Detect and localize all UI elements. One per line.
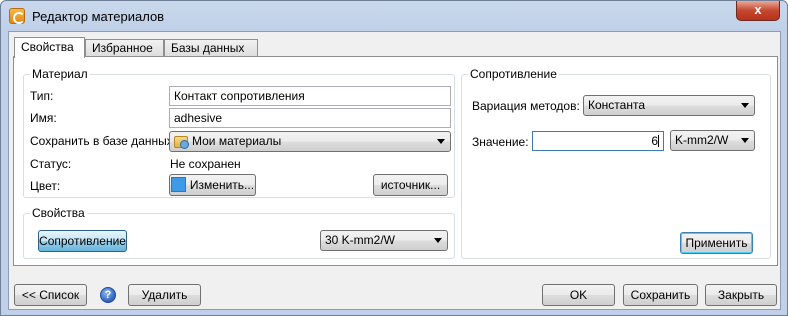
unit-value: K-mm2/W xyxy=(675,133,729,147)
color-swatch xyxy=(170,177,186,192)
app-icon xyxy=(9,8,25,24)
unit-select[interactable]: K-mm2/W xyxy=(670,130,755,151)
type-label: Тип: xyxy=(30,89,54,103)
list-button[interactable]: << Список xyxy=(14,284,87,306)
method-label: Вариация методов: xyxy=(472,99,580,113)
save-db-label: Сохранить в базе данных: xyxy=(30,134,177,148)
help-icon[interactable]: ? xyxy=(100,287,116,303)
dialog-client: Свойства Избранное Базы данных Материал … xyxy=(8,31,781,310)
save-db-value: Мои материалы xyxy=(192,134,282,148)
tab-databases[interactable]: Базы данных xyxy=(164,39,258,57)
resistance-property-button[interactable]: Сопротивление xyxy=(38,230,127,252)
ok-button[interactable]: OK xyxy=(542,284,615,306)
resistance-group: Сопротивление Вариация методов: Констант… xyxy=(461,67,771,259)
source-button[interactable]: источник... xyxy=(373,174,448,196)
value-input[interactable]: 6 xyxy=(532,131,664,151)
tab-favorites[interactable]: Избранное xyxy=(85,39,164,57)
save-button[interactable]: Сохранить xyxy=(623,284,698,306)
chevron-down-icon xyxy=(434,238,442,243)
close-window-button[interactable]: x xyxy=(736,1,780,21)
text-caret xyxy=(658,135,659,147)
database-folder-icon xyxy=(174,134,189,149)
property-value-select[interactable]: 30 K-mm2/W xyxy=(320,230,448,251)
resistance-group-title: Сопротивление xyxy=(468,67,559,81)
value-input-text: 6 xyxy=(651,134,658,148)
chevron-down-icon xyxy=(741,138,749,143)
window-title: Редактор материалов xyxy=(32,9,165,24)
color-label: Цвет: xyxy=(30,179,61,193)
delete-button[interactable]: Удалить xyxy=(128,284,201,306)
close-button[interactable]: Закрыть xyxy=(705,284,777,306)
material-editor-window: Редактор материалов x Свойства Избранное… xyxy=(0,0,788,316)
name-label: Имя: xyxy=(30,111,57,125)
change-color-button[interactable]: Изменить... xyxy=(169,174,256,196)
tab-properties[interactable]: Свойства xyxy=(14,37,85,58)
properties-panel: Материал Тип: Контакт сопротивления Имя:… xyxy=(13,56,778,266)
material-group-title: Материал xyxy=(30,67,90,81)
value-label: Значение: xyxy=(472,135,529,149)
status-label: Статус: xyxy=(30,157,72,171)
material-group: Материал Тип: Контакт сопротивления Имя:… xyxy=(23,67,455,198)
method-value: Константа xyxy=(588,98,645,112)
status-value: Не сохранен xyxy=(170,157,241,171)
change-color-label: Изменить... xyxy=(189,178,255,192)
method-select[interactable]: Константа xyxy=(583,95,755,116)
properties-group-title: Свойства xyxy=(30,206,87,220)
save-db-select[interactable]: Мои материалы xyxy=(169,131,451,152)
chevron-down-icon xyxy=(437,139,445,144)
property-value: 30 K-mm2/W xyxy=(325,233,396,247)
chevron-down-icon xyxy=(741,103,749,108)
properties-group: Свойства Сопротивление 30 K-mm2/W xyxy=(23,206,455,259)
type-field[interactable]: Контакт сопротивления xyxy=(169,86,451,106)
title-bar: Редактор материалов x xyxy=(1,1,787,31)
name-field[interactable]: adhesive xyxy=(169,108,451,128)
apply-button[interactable]: Применить xyxy=(680,232,753,254)
